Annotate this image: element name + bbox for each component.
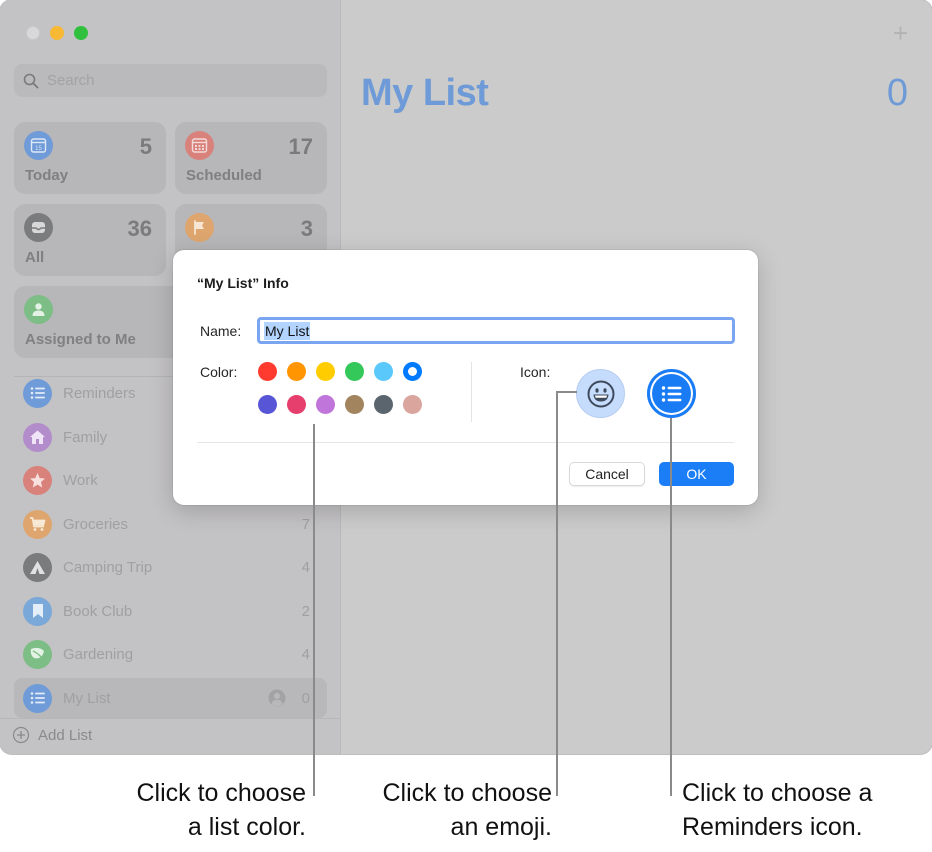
dialog-title: “My List” Info <box>197 275 289 291</box>
svg-text:15: 15 <box>35 146 42 152</box>
callout-line2: Reminders icon. <box>682 813 863 841</box>
list-name-value: My List <box>264 321 311 340</box>
search-icon <box>23 73 39 88</box>
callout-line-icon <box>670 418 672 796</box>
smart-list-label: All <box>25 249 45 266</box>
plus-circle-icon <box>12 726 30 744</box>
flag-icon <box>185 213 214 242</box>
leaf-icon <box>23 639 52 669</box>
calendar-icon <box>185 131 214 160</box>
callout-color: Click to choose a list color. <box>136 776 306 844</box>
color-swatch-rose-gold[interactable] <box>403 395 422 414</box>
sidebar-footer-divider <box>0 718 341 719</box>
color-swatch-brown[interactable] <box>345 395 364 414</box>
tent-icon <box>23 552 52 582</box>
maximize-window-button[interactable] <box>74 26 88 40</box>
list-name-input[interactable]: My List <box>257 317 735 344</box>
list-name: Book Club <box>63 602 133 620</box>
shared-person-icon <box>268 689 286 707</box>
color-swatch-purple[interactable] <box>316 395 335 414</box>
emoji-picker-button[interactable] <box>576 369 625 418</box>
callout-line-color <box>313 424 315 796</box>
section-divider <box>471 362 472 422</box>
smiley-icon <box>587 380 614 407</box>
smart-list-count: 3 <box>300 216 313 241</box>
star-icon <box>23 465 52 495</box>
smart-list-today[interactable]: 15 5 Today <box>14 122 166 194</box>
list-bullet-icon <box>23 683 52 713</box>
name-label: Name: <box>200 323 242 339</box>
sidebar-item-camping-trip[interactable]: Camping Trip 4 <box>14 547 327 587</box>
dialog-divider <box>197 442 734 443</box>
calendar-today-icon: 15 <box>24 131 53 160</box>
callout-line-emoji <box>556 391 558 796</box>
smart-list-scheduled[interactable]: 17 Scheduled <box>175 122 327 194</box>
color-swatch-pink[interactable] <box>287 395 306 414</box>
color-label: Color: <box>200 364 238 380</box>
cart-icon <box>23 509 52 539</box>
callout-line1: Click to choose a <box>682 779 873 807</box>
smart-list-label: Scheduled <box>186 167 262 184</box>
person-icon <box>24 295 53 324</box>
icon-label: Icon: <box>520 364 551 380</box>
close-window-button[interactable] <box>26 26 40 40</box>
color-swatch-red[interactable] <box>258 362 277 381</box>
list-count: 4 <box>301 645 310 663</box>
color-swatch-yellow[interactable] <box>316 362 335 381</box>
cancel-button[interactable]: Cancel <box>569 462 645 486</box>
add-list-button[interactable]: Add List <box>12 726 92 744</box>
plus-icon: + <box>892 18 908 48</box>
list-bullet-icon <box>23 378 52 408</box>
sidebar-item-book-club[interactable]: Book Club 2 <box>14 591 327 631</box>
sidebar-item-gardening[interactable]: Gardening 4 <box>14 634 327 674</box>
color-swatch-light-blue[interactable] <box>374 362 393 381</box>
list-total-count: 0 <box>886 72 908 114</box>
add-reminder-button[interactable]: + <box>893 18 908 49</box>
callout-connector-emoji <box>556 391 577 393</box>
callout-reminders-icon: Click to choose a Reminders icon. <box>682 776 872 844</box>
list-name: Gardening <box>63 645 134 663</box>
callout-emoji: Click to choose an emoji. <box>382 776 552 844</box>
list-count: 0 <box>301 689 310 707</box>
color-swatch-blue[interactable] <box>403 362 422 381</box>
list-bullet-icon <box>661 385 681 402</box>
list-name: Groceries <box>63 515 129 533</box>
color-swatch-orange[interactable] <box>287 362 306 381</box>
list-name: Camping Trip <box>63 558 153 576</box>
house-icon <box>23 422 52 452</box>
color-swatch-gray[interactable] <box>374 395 393 414</box>
list-count: 7 <box>301 515 310 533</box>
list-count: 4 <box>301 558 310 576</box>
smart-list-label: Assigned to Me <box>25 331 136 348</box>
list-name: My List <box>63 689 111 707</box>
smart-list-count: 17 <box>288 134 313 159</box>
list-count: 2 <box>301 602 310 620</box>
search-placeholder: Search <box>47 72 95 89</box>
color-swatch-green[interactable] <box>345 362 364 381</box>
sidebar-item-groceries[interactable]: Groceries 7 <box>14 504 327 544</box>
color-swatch-indigo[interactable] <box>258 395 277 414</box>
sidebar-item-my-list[interactable]: My List 0 <box>14 678 327 718</box>
smart-list-label: Today <box>25 167 69 184</box>
search-input[interactable]: Search <box>14 64 327 97</box>
smart-list-all[interactable]: 36 All <box>14 204 166 276</box>
smart-list-count: 5 <box>139 134 152 159</box>
smart-list-count: 36 <box>127 216 152 241</box>
callout-line2: a list color. <box>187 813 306 841</box>
bookmark-icon <box>23 596 52 626</box>
add-list-label: Add List <box>38 726 93 744</box>
tray-icon <box>24 213 53 242</box>
callout-line2: an emoji. <box>450 813 552 841</box>
minimize-window-button[interactable] <box>50 26 64 40</box>
callout-line1: Click to choose <box>136 779 306 807</box>
list-title: My List <box>361 72 489 114</box>
reminders-icon-button[interactable] <box>647 369 696 418</box>
callout-line1: Click to choose <box>382 779 552 807</box>
